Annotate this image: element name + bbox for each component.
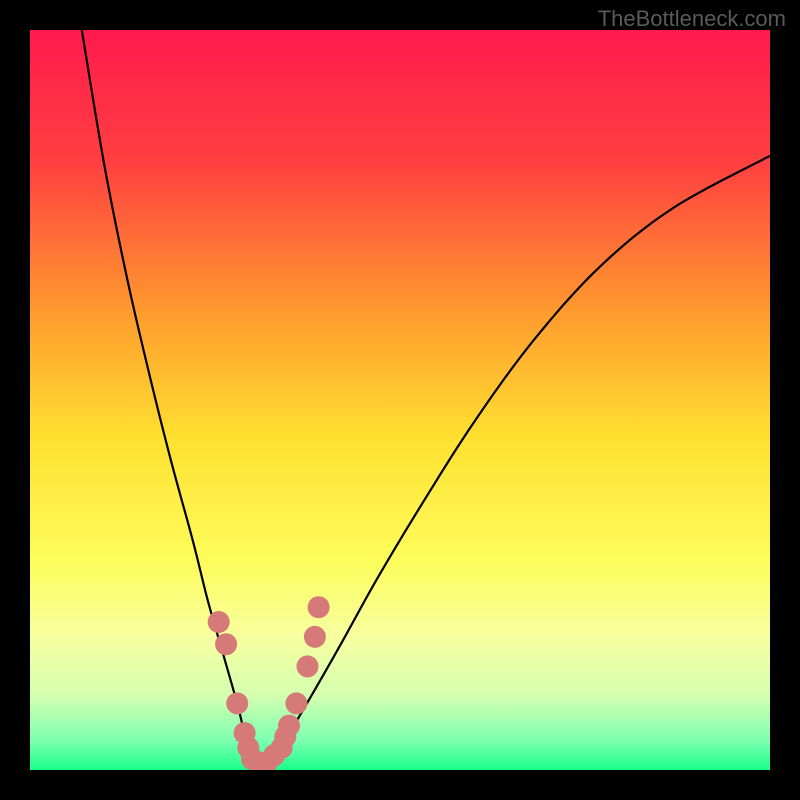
marker-point	[297, 655, 319, 677]
gradient-background	[30, 30, 770, 770]
marker-point	[278, 715, 300, 737]
marker-point	[308, 596, 330, 618]
marker-point	[215, 633, 237, 655]
marker-point	[208, 611, 230, 633]
marker-point	[226, 692, 248, 714]
watermark-text: TheBottleneck.com	[598, 6, 786, 32]
marker-point	[304, 626, 326, 648]
marker-point	[285, 692, 307, 714]
plot-area	[30, 30, 770, 770]
chart-svg	[30, 30, 770, 770]
chart-container: TheBottleneck.com	[0, 0, 800, 800]
